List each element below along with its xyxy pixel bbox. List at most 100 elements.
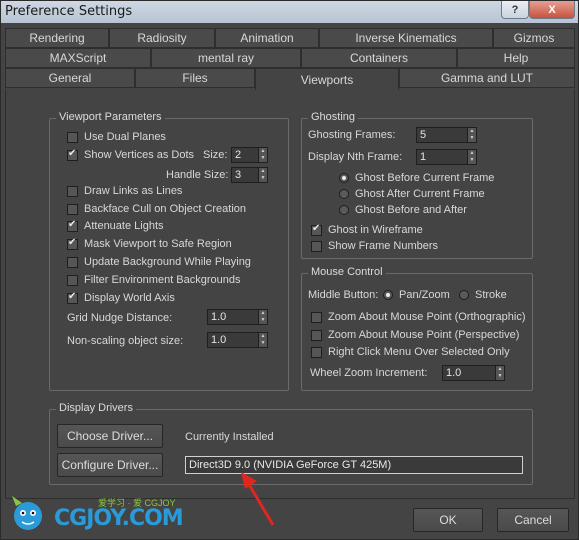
show-vertices-checkbox[interactable]: Show Vertices as Dots [67,147,194,163]
radio-dot[interactable] [339,205,349,215]
tab-gamma-lut[interactable]: Gamma and LUT [399,68,575,88]
checkbox-box[interactable] [311,223,322,236]
spinner-up-icon[interactable]: ▲ [259,148,267,155]
spinner-up-icon[interactable]: ▲ [259,333,267,340]
filter-environment-checkbox[interactable]: Filter Environment Backgrounds [67,272,241,288]
tab-animation[interactable]: Animation [215,28,319,48]
zoom-ortho-checkbox[interactable]: Zoom About Mouse Point (Orthographic) [311,309,525,325]
ok-button[interactable]: OK [413,508,483,532]
wheel-zoom-spinner[interactable]: 1.0 ▲ ▼ [442,365,505,381]
spinner-down-icon[interactable]: ▼ [259,175,267,182]
ghosting-frames-field[interactable]: 5 [416,127,468,143]
tab-maxscript[interactable]: MAXScript [5,48,151,68]
tab-help[interactable]: Help [457,48,575,68]
spinner-arrows[interactable]: ▲ ▼ [468,127,477,143]
tab-label: Inverse Kinematics [355,31,457,45]
checkbox-box[interactable] [67,256,78,268]
spinner-up-icon[interactable]: ▲ [259,310,267,317]
tab-viewports[interactable]: Viewports [255,68,399,90]
tab-inverse-kinematics[interactable]: Inverse Kinematics [319,28,493,48]
tab-mental-ray[interactable]: mental ray [151,48,301,68]
radio-dot[interactable] [339,173,349,183]
handle-size-field[interactable]: 3 [231,167,259,183]
help-button[interactable]: ? [501,1,529,19]
checkbox-box[interactable] [67,131,78,143]
spinner-up-icon[interactable]: ▲ [496,366,504,373]
show-frame-numbers-checkbox[interactable]: Show Frame Numbers [311,238,438,254]
spinner-arrows[interactable]: ▲ ▼ [259,167,268,183]
radio-dot[interactable] [339,189,349,199]
checkbox-box[interactable] [311,311,322,323]
spinner-down-icon[interactable]: ▼ [496,373,504,380]
spinner-down-icon[interactable]: ▼ [259,340,267,347]
tab-rendering[interactable]: Rendering [5,28,109,48]
handle-size-spinner[interactable]: 3 ▲ ▼ [231,167,268,183]
radio-ghost-both[interactable]: Ghost Before and After [339,202,467,218]
display-nth-frame-spinner[interactable]: 1 ▲ ▼ [416,149,477,165]
spinner-arrows[interactable]: ▲ ▼ [259,309,268,325]
checkbox-box[interactable] [67,237,78,250]
radio-label: Pan/Zoom [399,289,450,301]
tab-gizmos[interactable]: Gizmos [493,28,575,48]
spinner-up-icon[interactable]: ▲ [259,168,267,175]
grid-nudge-spinner[interactable]: 1.0 ▲ ▼ [207,309,268,325]
tab-radiosity[interactable]: Radiosity [109,28,215,48]
close-button[interactable]: X [529,1,575,19]
spinner-arrows[interactable]: ▲ ▼ [259,147,268,163]
checkbox-label: Attenuate Lights [84,220,164,232]
tab-files[interactable]: Files [135,68,255,88]
spinner-down-icon[interactable]: ▼ [468,157,476,164]
spinner-arrows[interactable]: ▲ ▼ [259,332,268,348]
cancel-button[interactable]: Cancel [497,508,569,532]
radio-stroke[interactable]: Stroke [459,287,507,303]
spinner-arrows[interactable]: ▲ ▼ [468,149,477,165]
ghost-wireframe-checkbox[interactable]: Ghost in Wireframe [311,222,423,238]
grid-nudge-field[interactable]: 1.0 [207,309,259,325]
checkbox-box[interactable] [311,240,322,252]
tab-general[interactable]: General [5,68,135,88]
radio-ghost-after[interactable]: Ghost After Current Frame [339,186,485,202]
checkbox-box[interactable] [311,346,322,358]
tab-label: MAXScript [49,51,107,65]
wheel-zoom-field[interactable]: 1.0 [442,365,496,381]
spinner-down-icon[interactable]: ▼ [259,317,267,324]
choose-driver-button[interactable]: Choose Driver... [57,424,163,448]
checkbox-box[interactable] [67,148,78,161]
draw-links-checkbox[interactable]: Draw Links as Lines [67,183,182,199]
display-world-axis-checkbox[interactable]: Display World Axis [67,290,175,306]
zoom-persp-checkbox[interactable]: Zoom About Mouse Point (Perspective) [311,327,519,343]
spinner-up-icon[interactable]: ▲ [468,128,476,135]
attenuate-lights-checkbox[interactable]: Attenuate Lights [67,218,164,234]
spinner-down-icon[interactable]: ▼ [468,135,476,142]
update-background-checkbox[interactable]: Update Background While Playing [67,254,251,270]
size-spinner[interactable]: 2 ▲ ▼ [231,147,268,163]
title-bar: Preference Settings ? X [1,1,578,23]
checkbox-label: Update Background While Playing [84,256,251,268]
use-dual-planes-checkbox[interactable]: Use Dual Planes [67,129,166,145]
size-field[interactable]: 2 [231,147,259,163]
ghosting-frames-spinner[interactable]: 5 ▲ ▼ [416,127,477,143]
checkbox-box[interactable] [67,291,78,304]
mascot-body [14,502,42,530]
spinner-down-icon[interactable]: ▼ [259,155,267,162]
configure-driver-button[interactable]: Configure Driver... [57,453,163,477]
tab-containers[interactable]: Containers [301,48,457,68]
radio-ghost-before[interactable]: Ghost Before Current Frame [339,170,494,186]
display-nth-frame-field[interactable]: 1 [416,149,468,165]
non-scaling-spinner[interactable]: 1.0 ▲ ▼ [207,332,268,348]
checkbox-box[interactable] [67,203,78,215]
radio-pan-zoom[interactable]: Pan/Zoom [383,287,450,303]
mask-viewport-checkbox[interactable]: Mask Viewport to Safe Region [67,236,232,252]
checkbox-box[interactable] [311,329,322,341]
radio-dot[interactable] [459,290,469,300]
non-scaling-field[interactable]: 1.0 [207,332,259,348]
checkbox-box[interactable] [67,185,78,197]
checkbox-box[interactable] [67,219,78,232]
checkbox-label: Zoom About Mouse Point (Perspective) [328,329,520,341]
checkbox-box[interactable] [67,274,78,286]
radio-dot[interactable] [383,290,393,300]
backface-cull-checkbox[interactable]: Backface Cull on Object Creation [67,201,246,217]
spinner-arrows[interactable]: ▲ ▼ [496,365,505,381]
right-click-menu-checkbox[interactable]: Right Click Menu Over Selected Only [311,344,510,360]
spinner-up-icon[interactable]: ▲ [468,150,476,157]
